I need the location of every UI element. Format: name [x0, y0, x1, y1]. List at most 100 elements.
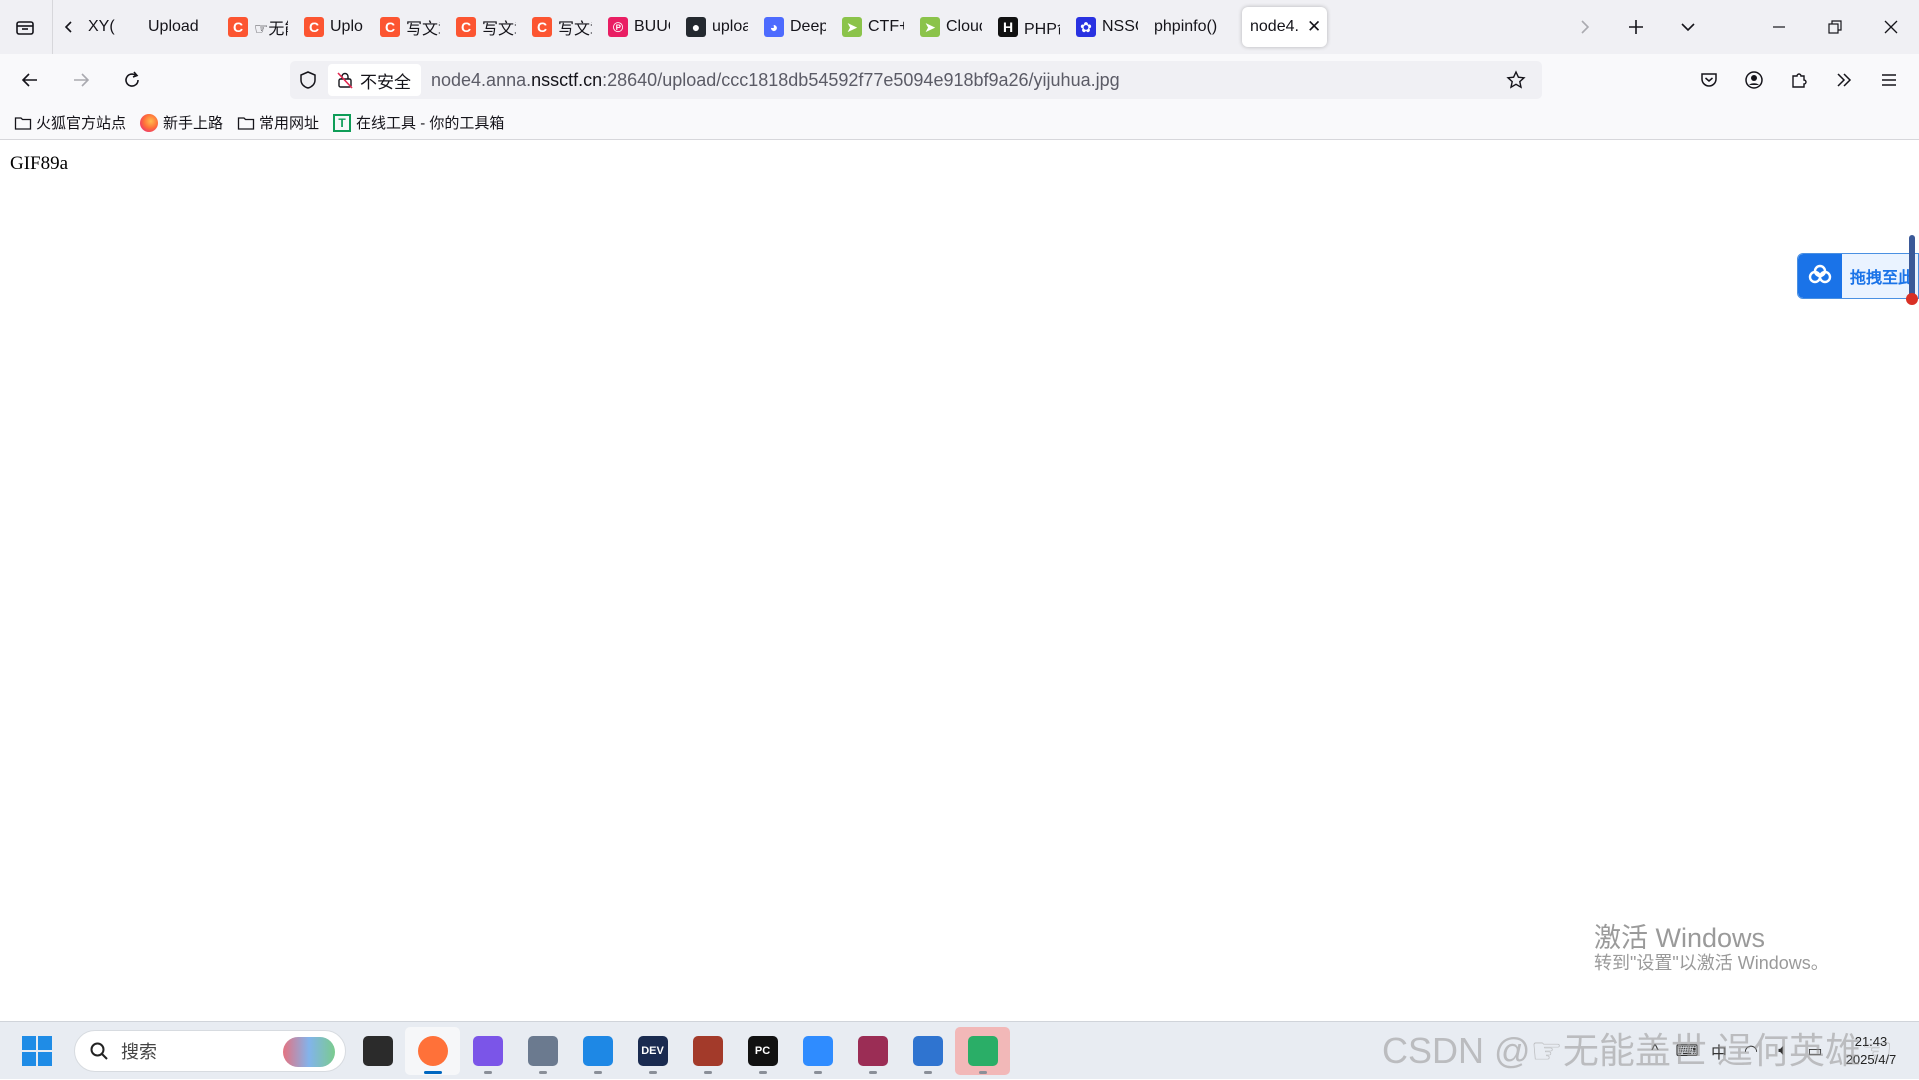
tab-title: BUUC	[634, 18, 670, 35]
tab-active[interactable]: node4. ✕	[1242, 7, 1328, 47]
csdn-c-icon: C	[304, 17, 324, 37]
running-indicator	[648, 1071, 657, 1074]
csdn-c-icon: C	[380, 17, 400, 37]
taskbar-apps: DEV PC	[350, 1027, 1010, 1075]
tab-scroll-left-button[interactable]	[58, 7, 80, 47]
url-text[interactable]: node4.anna.nssctf.cn:28640/upload/ccc181…	[431, 70, 1120, 91]
github-logo-icon: ●	[686, 17, 706, 37]
avatar-app[interactable]	[680, 1027, 735, 1075]
vmware-app[interactable]	[570, 1027, 625, 1075]
battery-icon[interactable]: ▭	[1799, 1035, 1831, 1067]
pocket-button[interactable]	[1687, 58, 1731, 102]
windows-taskbar: 搜索 DEV PC ^ ⌨ 中 ◠ 🔈︎ ▭ 21:43 2025/4/7	[0, 1021, 1919, 1079]
url-bar[interactable]: 不安全 node4.anna.nssctf.cn:28640/upload/cc…	[290, 61, 1542, 99]
language-icon[interactable]: 中	[1703, 1035, 1735, 1067]
tab-14[interactable]: phpinfo()	[1146, 7, 1238, 47]
bookmark-online-tools[interactable]: T 在线工具 - 你的工具箱	[333, 112, 504, 133]
list-all-tabs-button[interactable]	[1662, 6, 1714, 48]
folder-icon	[237, 116, 255, 130]
tab-scroll-right-button[interactable]	[1558, 6, 1610, 48]
all-tabs-button[interactable]	[4, 6, 46, 48]
csdn-c-icon: C	[532, 17, 552, 37]
close-window-button[interactable]	[1863, 0, 1919, 54]
account-button[interactable]	[1732, 58, 1776, 102]
devc-app[interactable]: DEV	[625, 1027, 680, 1075]
tracking-protection-button[interactable]	[290, 61, 326, 99]
windows-activation-subtitle: 转到"设置"以激活 Windows。	[1594, 953, 1829, 973]
taskbar-clock[interactable]: 21:43 2025/4/7	[1831, 1033, 1911, 1069]
restore-icon	[1828, 20, 1842, 34]
back-button[interactable]	[8, 58, 52, 102]
tab-2[interactable]: C ☞无能	[220, 7, 296, 47]
baidu-drag-upload-widget[interactable]: 拖拽至此	[1797, 253, 1919, 299]
tab-8[interactable]: ● uploa	[678, 7, 756, 47]
devc-icon: DEV	[637, 1036, 668, 1066]
wechat-app[interactable]	[955, 1027, 1010, 1075]
tool-icon: T	[333, 113, 352, 132]
tab-11[interactable]: ➤ Cloud	[912, 7, 990, 47]
taskbar-search[interactable]: 搜索	[74, 1030, 346, 1072]
site-security-indicator[interactable]: 不安全	[328, 64, 421, 96]
tab-12[interactable]: H PHP命	[990, 7, 1068, 47]
tab-3[interactable]: C Uplo	[296, 7, 372, 47]
insecure-lock-icon	[337, 72, 353, 89]
windows-logo-icon	[22, 1052, 36, 1066]
tab-10[interactable]: ➤ CTF+	[834, 7, 912, 47]
clock-time: 21:43	[1854, 1034, 1888, 1049]
csdn-c-icon: C	[456, 17, 476, 37]
wifi-icon[interactable]: ◠	[1735, 1035, 1767, 1067]
cloud-icon	[1798, 254, 1842, 298]
notepad-icon	[912, 1036, 943, 1066]
bookmark-getting-started[interactable]: 新手上路	[140, 112, 223, 133]
running-indicator	[868, 1071, 877, 1074]
start-button[interactable]	[22, 1036, 52, 1066]
tab-7[interactable]: ℗ BUUC	[600, 7, 678, 47]
pycharm-app[interactable]: PC	[735, 1027, 790, 1075]
tab-9[interactable]: ◕ Deep	[756, 7, 834, 47]
url-domain: nssctf.cn	[531, 69, 603, 90]
notepad-app[interactable]	[900, 1027, 955, 1075]
star-icon	[1506, 70, 1526, 89]
drag-handle[interactable]	[1906, 235, 1918, 305]
tab-6[interactable]: C 写文章	[524, 7, 600, 47]
baidu-netdisk-icon	[802, 1036, 833, 1066]
reload-button[interactable]	[110, 58, 154, 102]
bookmark-firefox-official[interactable]: 火狐官方站点	[14, 112, 126, 133]
tab-title: 写文章	[406, 21, 440, 38]
overflow-button[interactable]	[1822, 58, 1866, 102]
volume-icon[interactable]: 🔈︎	[1767, 1035, 1799, 1067]
minimize-button[interactable]	[1751, 0, 1807, 54]
tab-5[interactable]: C 写文章	[448, 7, 524, 47]
baidu-netdisk-app[interactable]	[790, 1027, 845, 1075]
tab-1[interactable]: Upload	[140, 7, 220, 47]
ctf-logo-icon: ➤	[920, 17, 940, 37]
tab-13[interactable]: ✿ NSSC	[1068, 7, 1146, 47]
firefox-app[interactable]	[405, 1027, 460, 1075]
ime-icon[interactable]: ⌨	[1671, 1035, 1703, 1067]
tab-4[interactable]: C 写文章	[372, 7, 448, 47]
tab-title: Upload	[148, 18, 199, 35]
avatar-icon	[692, 1036, 723, 1066]
tab-title: CTF+	[868, 18, 904, 35]
tool-app[interactable]	[515, 1027, 570, 1075]
forward-button[interactable]	[59, 58, 103, 102]
url-prefix: node4.anna.	[431, 69, 532, 90]
deepseek-logo-icon: ◕	[764, 17, 784, 37]
running-indicator	[978, 1071, 987, 1074]
visual-studio-app[interactable]	[460, 1027, 515, 1075]
tab-0[interactable]: XY(	[80, 7, 140, 47]
extensions-button[interactable]	[1777, 58, 1821, 102]
tray-expand-icon[interactable]: ^	[1639, 1035, 1671, 1067]
explorer-app[interactable]	[350, 1027, 405, 1075]
tab-strip: XY(Upload C ☞无能 C Uplo C 写文章 C 写文章 C 写文章 ℗ BUUC ● uplo…	[0, 0, 1919, 54]
new-tab-button[interactable]	[1610, 6, 1662, 48]
app-menu-button[interactable]	[1867, 58, 1911, 102]
bookmark-star-button[interactable]	[1498, 61, 1534, 99]
chevron-down-icon	[1681, 23, 1695, 32]
close-tab-icon[interactable]: ✕	[1307, 17, 1321, 37]
winrar-app[interactable]	[845, 1027, 900, 1075]
account-icon	[1745, 71, 1763, 89]
visual-studio-icon	[472, 1036, 503, 1066]
bookmark-common-sites[interactable]: 常用网址	[237, 112, 319, 133]
restore-button[interactable]	[1807, 0, 1863, 54]
